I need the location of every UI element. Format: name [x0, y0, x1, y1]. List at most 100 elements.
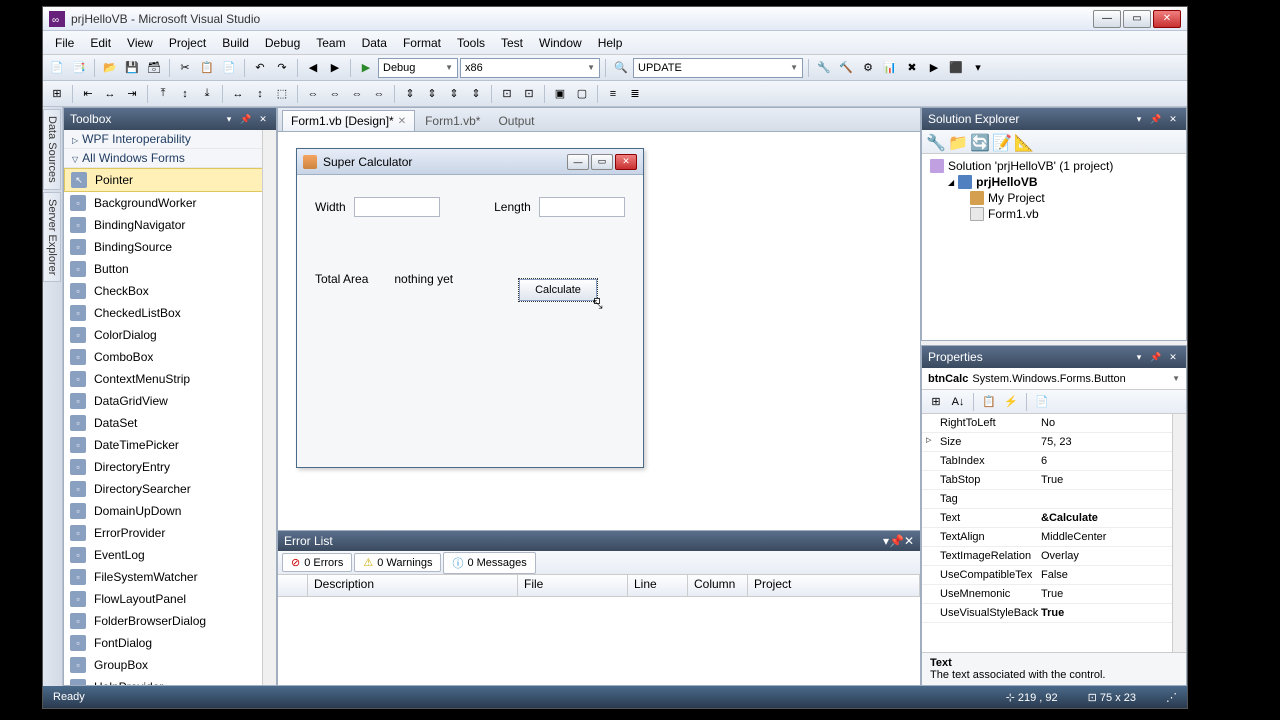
- toolbox-item-checkedlistbox[interactable]: ▫CheckedListBox: [64, 302, 276, 324]
- toolbox-item-checkbox[interactable]: ▫CheckBox: [64, 280, 276, 302]
- close-button[interactable]: ✕: [1153, 10, 1181, 28]
- toolbox-item-backgroundworker[interactable]: ▫BackgroundWorker: [64, 192, 276, 214]
- same-height-icon[interactable]: ↕: [250, 84, 270, 104]
- label-length[interactable]: Length: [494, 200, 531, 214]
- toolbox-item-folderbrowserdialog[interactable]: ▫FolderBrowserDialog: [64, 610, 276, 632]
- hspacing2-icon[interactable]: ⇔: [325, 84, 345, 104]
- errorlist-close-icon[interactable]: ✕: [904, 534, 914, 548]
- properties-icon[interactable]: 🔧: [926, 133, 944, 151]
- property-row[interactable]: ▷Size75, 23: [922, 433, 1186, 452]
- toolbox-item-fontdialog[interactable]: ▫FontDialog: [64, 632, 276, 654]
- view-code-icon[interactable]: 📝: [992, 133, 1010, 151]
- maximize-button[interactable]: ▭: [1123, 10, 1151, 28]
- redo-icon[interactable]: ↷: [272, 58, 292, 78]
- toolbox-scrollbar[interactable]: [262, 130, 276, 685]
- cut-icon[interactable]: ✂: [175, 58, 195, 78]
- error-col-column[interactable]: Column: [688, 575, 748, 596]
- form-minimize-button[interactable]: —: [567, 154, 589, 170]
- property-pages-icon[interactable]: 📄: [1032, 392, 1052, 412]
- view-designer-icon[interactable]: 📐: [1014, 133, 1032, 151]
- doc-tab[interactable]: Form1.vb*: [417, 111, 488, 131]
- center-h-icon[interactable]: ⊡: [497, 84, 517, 104]
- myproject-node[interactable]: My Project: [926, 190, 1182, 206]
- menu-data[interactable]: Data: [354, 36, 395, 50]
- error-col-description[interactable]: Description: [308, 575, 518, 596]
- ext5-icon[interactable]: ✖: [902, 58, 922, 78]
- nav-fwd-icon[interactable]: ▶: [325, 58, 345, 78]
- toolbox-item-datagridview[interactable]: ▫DataGridView: [64, 390, 276, 412]
- menu-project[interactable]: Project: [161, 36, 214, 50]
- new-project-icon[interactable]: 📄: [47, 58, 67, 78]
- copy-icon[interactable]: 📋: [197, 58, 217, 78]
- form1-node[interactable]: Form1.vb: [926, 206, 1182, 222]
- vspacing2-icon[interactable]: ⇕: [422, 84, 442, 104]
- property-value[interactable]: MiddleCenter: [1037, 531, 1186, 543]
- show-all-icon[interactable]: 📁: [948, 133, 966, 151]
- warnings-tab[interactable]: ⚠0 Warnings: [354, 553, 441, 572]
- vspacing3-icon[interactable]: ⇕: [444, 84, 464, 104]
- toolbox-dropdown-icon[interactable]: ▾: [222, 112, 236, 126]
- platform-dropdown[interactable]: x86▼: [460, 58, 600, 78]
- toolbox-close-icon[interactable]: ✕: [256, 112, 270, 126]
- ext1-icon[interactable]: 🔧: [814, 58, 834, 78]
- form-super-calculator[interactable]: Super Calculator — ▭ ✕ Width Length: [296, 148, 644, 468]
- solex-pin-icon[interactable]: 📌: [1149, 112, 1163, 126]
- property-row[interactable]: UseVisualStyleBackTrue: [922, 604, 1186, 623]
- vspacing-icon[interactable]: ⇕: [400, 84, 420, 104]
- bring-front-icon[interactable]: ▣: [550, 84, 570, 104]
- open-icon[interactable]: 📂: [100, 58, 120, 78]
- props-close-icon[interactable]: ✕: [1166, 350, 1180, 364]
- property-row[interactable]: TabIndex6: [922, 452, 1186, 471]
- center-v-icon[interactable]: ⊡: [519, 84, 539, 104]
- error-col-line[interactable]: Line: [628, 575, 688, 596]
- property-value[interactable]: Overlay: [1037, 550, 1186, 562]
- events-icon[interactable]: ⚡: [1001, 392, 1021, 412]
- menu-window[interactable]: Window: [531, 36, 590, 50]
- save-icon[interactable]: 💾: [122, 58, 142, 78]
- refresh-icon[interactable]: 🔄: [970, 133, 988, 151]
- toolbox-item-bindingsource[interactable]: ▫BindingSource: [64, 236, 276, 258]
- error-col-project[interactable]: Project: [748, 575, 920, 596]
- find-icon[interactable]: 🔍: [611, 58, 631, 78]
- categorized-icon[interactable]: ⊞: [926, 392, 946, 412]
- datasources-tab[interactable]: Data Sources: [43, 109, 61, 190]
- doc-tab[interactable]: Form1.vb [Design]*✕: [282, 110, 415, 131]
- props-dropdown-icon[interactable]: ▾: [1132, 350, 1146, 364]
- add-item-icon[interactable]: 📑: [69, 58, 89, 78]
- property-value[interactable]: 75, 23: [1037, 436, 1186, 448]
- toolbox-item-filesystemwatcher[interactable]: ▫FileSystemWatcher: [64, 566, 276, 588]
- toolbox-item-groupbox[interactable]: ▫GroupBox: [64, 654, 276, 676]
- ext2-icon[interactable]: 🔨: [836, 58, 856, 78]
- align-grid-icon[interactable]: ⊞: [47, 84, 67, 104]
- toolbox-item-flowlayoutpanel[interactable]: ▫FlowLayoutPanel: [64, 588, 276, 610]
- property-row[interactable]: UseMnemonicTrue: [922, 585, 1186, 604]
- send-back-icon[interactable]: ▢: [572, 84, 592, 104]
- label-total-area[interactable]: Total Area: [315, 272, 368, 286]
- toolbox-item-errorprovider[interactable]: ▫ErrorProvider: [64, 522, 276, 544]
- vspacing4-icon[interactable]: ⇕: [466, 84, 486, 104]
- minimize-button[interactable]: —: [1093, 10, 1121, 28]
- same-size-icon[interactable]: ⬚: [272, 84, 292, 104]
- align-middle-icon[interactable]: ↕: [175, 84, 195, 104]
- messages-tab[interactable]: ⓘ0 Messages: [443, 552, 535, 574]
- save-all-icon[interactable]: 🗃: [144, 58, 164, 78]
- toolbox-item-domainupdown[interactable]: ▫DomainUpDown: [64, 500, 276, 522]
- property-row[interactable]: Tag: [922, 490, 1186, 509]
- property-object-selector[interactable]: btnCalc System.Windows.Forms.Button ▼: [922, 368, 1186, 390]
- align-top-icon[interactable]: ⤒: [153, 84, 173, 104]
- doc-tab[interactable]: Output: [490, 111, 542, 131]
- align-bottom-icon[interactable]: ⤓: [197, 84, 217, 104]
- property-row[interactable]: UseCompatibleTexFalse: [922, 566, 1186, 585]
- property-value[interactable]: 6: [1037, 455, 1186, 467]
- property-row[interactable]: RightToLeftNo: [922, 414, 1186, 433]
- property-value[interactable]: False: [1037, 569, 1186, 581]
- textbox-width[interactable]: [354, 197, 440, 217]
- nav-back-icon[interactable]: ◀: [303, 58, 323, 78]
- toolbox-item-bindingnavigator[interactable]: ▫BindingNavigator: [64, 214, 276, 236]
- props-pin-icon[interactable]: 📌: [1149, 350, 1163, 364]
- toolbox-group-winforms[interactable]: ▽All Windows Forms: [64, 149, 276, 168]
- property-row[interactable]: Text&Calculate: [922, 509, 1186, 528]
- menu-team[interactable]: Team: [308, 36, 353, 50]
- properties-icon2[interactable]: 📋: [979, 392, 999, 412]
- errors-tab[interactable]: ⊘0 Errors: [282, 553, 352, 572]
